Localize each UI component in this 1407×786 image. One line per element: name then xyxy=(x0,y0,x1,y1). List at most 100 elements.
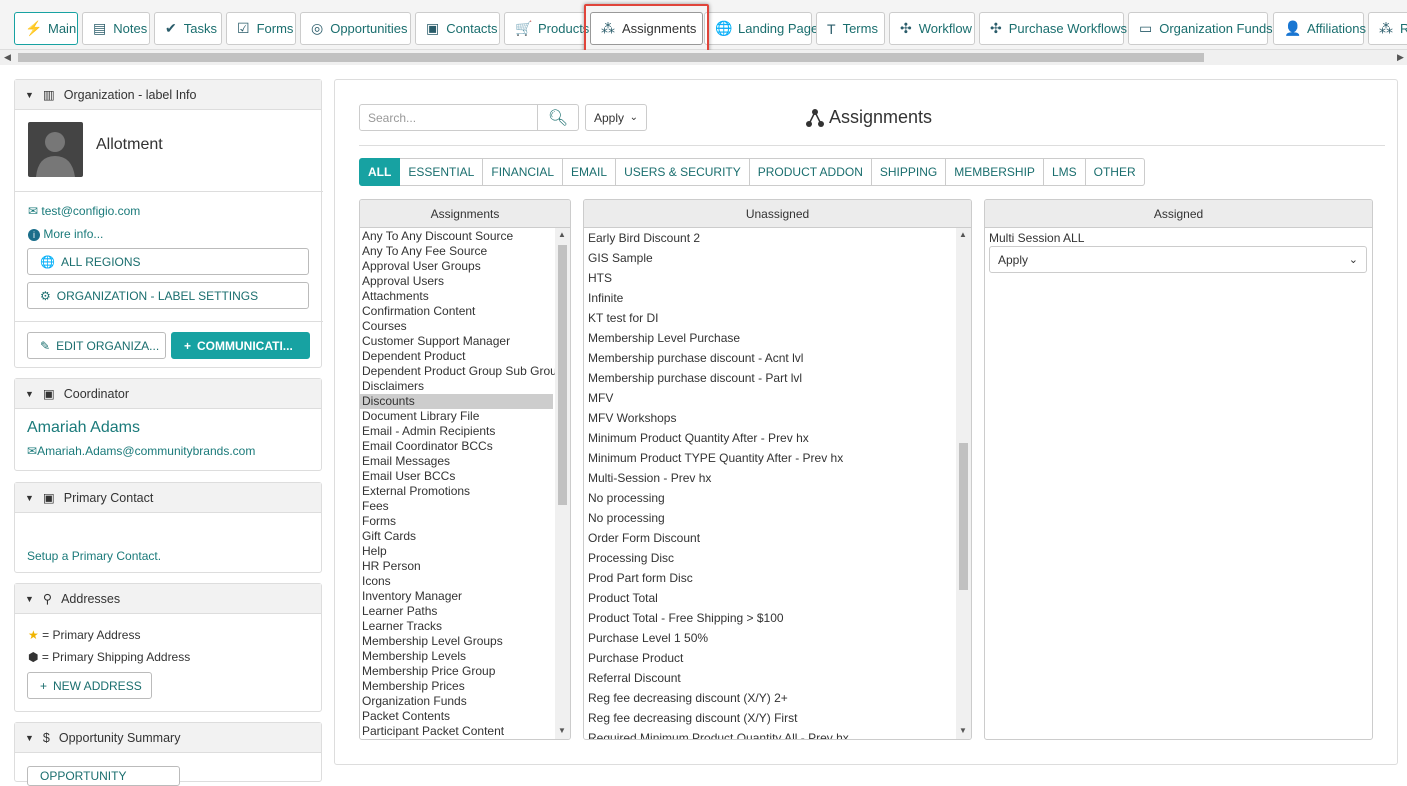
list-item[interactable]: Organization Funds xyxy=(360,694,553,709)
list-item[interactable]: Infinite xyxy=(584,288,971,308)
scroll-left-icon[interactable]: ◀ xyxy=(4,52,11,63)
collapse-icon[interactable]: ▼ xyxy=(25,90,34,100)
scroll-right-icon[interactable]: ▶ xyxy=(1397,52,1404,63)
filter-tab-all[interactable]: ALL xyxy=(359,158,401,186)
list-item[interactable]: Any To Any Fee Source xyxy=(360,244,553,259)
list-item[interactable]: Membership purchase discount - Acnt lvl xyxy=(584,348,971,368)
list-item[interactable]: Multi-Session - Prev hx xyxy=(584,468,971,488)
collapse-icon[interactable]: ▼ xyxy=(25,493,34,503)
list-item[interactable]: Learner Tracks xyxy=(360,619,553,634)
list-item[interactable]: Customer Support Manager xyxy=(360,334,553,349)
list-item[interactable]: Referral Discount xyxy=(584,668,971,688)
list-item[interactable]: Membership Level Purchase xyxy=(584,328,971,348)
list-item[interactable]: Processing Disc xyxy=(584,548,971,568)
list-item[interactable]: Early Bird Discount 2 xyxy=(584,228,971,248)
list-item[interactable]: Membership Prices xyxy=(360,679,553,694)
list-item[interactable]: Membership Levels xyxy=(360,649,553,664)
opportunity-button[interactable]: OPPORTUNITY xyxy=(27,766,180,786)
setup-primary-contact-link[interactable]: Setup a Primary Contact. xyxy=(27,549,161,563)
search-button[interactable]: 🔍︎ xyxy=(537,104,579,131)
vertical-scrollbar[interactable]: ▲ ▼ xyxy=(555,228,570,739)
org-info-header[interactable]: ▼ ▥ Organization - label Info xyxy=(15,80,321,110)
collapse-icon[interactable]: ▼ xyxy=(25,594,34,604)
list-item[interactable]: Dependent Product Group Sub Group xyxy=(360,364,563,379)
unassigned-list[interactable]: Early Bird Discount 2 GIS Sample HTS Infini… xyxy=(584,228,971,739)
list-item[interactable]: Gift Cards xyxy=(360,529,553,544)
apply-select[interactable]: Apply ⌄ xyxy=(585,104,647,131)
communicate-button[interactable]: + COMMUNICATI... xyxy=(171,332,310,359)
list-item[interactable]: Participant Packet Content xyxy=(360,724,553,739)
search-input[interactable]: Search... xyxy=(359,104,538,131)
list-item[interactable]: Order Form Discount xyxy=(584,528,971,548)
list-item[interactable]: No processing xyxy=(584,488,971,508)
list-item[interactable]: Confirmation Content xyxy=(360,304,553,319)
edit-organization-button[interactable]: ✎ EDIT ORGANIZA... xyxy=(27,332,166,359)
all-regions-button[interactable]: 🌐 ALL REGIONS xyxy=(27,248,309,275)
list-item[interactable]: Approval User Groups xyxy=(360,259,553,274)
assignments-list[interactable]: Any To Any Discount Source Any To Any Fee… xyxy=(360,228,570,739)
tab-opportunities[interactable]: ◎ Opportunities xyxy=(300,12,411,45)
list-item[interactable]: Minimum Product Quantity After - Prev hx xyxy=(584,428,971,448)
list-item[interactable]: HR Person xyxy=(360,559,553,574)
filter-tab-shipping[interactable]: SHIPPING xyxy=(871,158,947,186)
list-item[interactable]: Disclaimers xyxy=(360,379,553,394)
list-item[interactable]: Email Messages xyxy=(360,454,553,469)
assigned-apply-select[interactable]: Apply ⌄ xyxy=(989,246,1367,273)
new-address-button[interactable]: + NEW ADDRESS xyxy=(27,672,152,699)
list-item[interactable]: Courses xyxy=(360,319,553,334)
tab-organization-funds[interactable]: ▭ Organization Funds xyxy=(1128,12,1273,45)
list-item[interactable]: Reg fee decreasing discount (X/Y) 2+ xyxy=(584,688,971,708)
org-settings-button[interactable]: ⚙ ORGANIZATION - LABEL SETTINGS xyxy=(27,282,309,309)
list-item[interactable]: Product Total xyxy=(584,588,971,608)
list-item[interactable]: Email User BCCs xyxy=(360,469,553,484)
assigned-item[interactable]: Multi Session ALL xyxy=(989,231,1084,245)
collapse-icon[interactable]: ▼ xyxy=(25,389,34,399)
coordinator-name[interactable]: Amariah Adams xyxy=(27,419,140,437)
list-item[interactable]: Any To Any Discount Source xyxy=(360,229,553,244)
list-item[interactable]: External Promotions xyxy=(360,484,553,499)
tab-purchase-workflows[interactable]: ✣ Purchase Workflows xyxy=(979,12,1127,45)
scrollbar-thumb[interactable] xyxy=(18,53,1204,62)
list-item[interactable]: KT test for DI xyxy=(584,308,971,328)
tab-notes[interactable]: ▤ Notes xyxy=(82,12,150,45)
list-item[interactable]: Email Coordinator BCCs xyxy=(360,439,553,454)
coordinator-header[interactable]: ▼ ▣ Coordinator xyxy=(15,379,321,409)
filter-tab-users-security[interactable]: USERS & SECURITY xyxy=(616,158,750,186)
filter-tab-lms[interactable]: LMS xyxy=(1043,158,1086,186)
tab-affiliations[interactable]: 👤 Affiliations xyxy=(1273,12,1366,45)
filter-tab-membership[interactable]: MEMBERSHIP xyxy=(946,158,1044,186)
list-item[interactable]: Product Total - Free Shipping > $100 xyxy=(584,608,971,628)
list-item[interactable]: Fees xyxy=(360,499,553,514)
list-item[interactable]: MFV xyxy=(584,388,971,408)
opportunity-summary-header[interactable]: ▼ $ Opportunity Summary xyxy=(15,723,321,753)
filter-tab-other[interactable]: OTHER xyxy=(1085,158,1145,186)
list-item[interactable]: Purchase Product xyxy=(584,648,971,668)
list-item[interactable]: No processing xyxy=(584,508,971,528)
list-item[interactable]: Membership purchase discount - Part lvl xyxy=(584,368,971,388)
filter-tab-essential[interactable]: ESSENTIAL xyxy=(400,158,484,186)
list-item[interactable]: GIS Sample xyxy=(584,248,971,268)
filter-tab-product-addon[interactable]: PRODUCT ADDON xyxy=(749,158,872,186)
list-item[interactable]: Purchase Level 1 50% xyxy=(584,628,971,648)
more-info-link[interactable]: i More info... xyxy=(28,227,103,241)
list-item[interactable]: Attachments xyxy=(360,289,553,304)
list-item[interactable]: Reg fee decreasing discount (X/Y) First xyxy=(584,708,971,728)
primary-contact-header[interactable]: ▼ ▣ Primary Contact xyxy=(15,483,321,513)
list-item[interactable]: MFV Workshops xyxy=(584,408,971,428)
addresses-header[interactable]: ▼ ⚲ Addresses xyxy=(15,584,321,614)
tab-workflow[interactable]: ✣ Workflow xyxy=(889,12,975,45)
list-item[interactable]: Minimum Product TYPE Quantity After - Pr… xyxy=(584,448,971,468)
filter-tab-email[interactable]: EMAIL xyxy=(563,158,617,186)
list-item[interactable]: Membership Price Group xyxy=(360,664,553,679)
list-item[interactable]: Discounts xyxy=(360,394,553,409)
list-item[interactable]: Required Minimum Product Quantity All - … xyxy=(584,728,971,739)
list-item[interactable]: Learner Paths xyxy=(360,604,553,619)
vertical-scrollbar[interactable]: ▲ ▼ xyxy=(956,228,971,739)
horizontal-scrollbar[interactable]: ◀ ▶ xyxy=(0,50,1407,65)
list-item[interactable]: Document Library File xyxy=(360,409,553,424)
list-item[interactable]: HTS xyxy=(584,268,971,288)
list-item[interactable]: Email - Admin Recipients xyxy=(360,424,553,439)
tab-tasks[interactable]: ✔ Tasks xyxy=(154,12,222,45)
tab-forms[interactable]: ☑ Forms xyxy=(226,12,296,45)
tab-products[interactable]: 🛒 Products xyxy=(504,12,589,45)
